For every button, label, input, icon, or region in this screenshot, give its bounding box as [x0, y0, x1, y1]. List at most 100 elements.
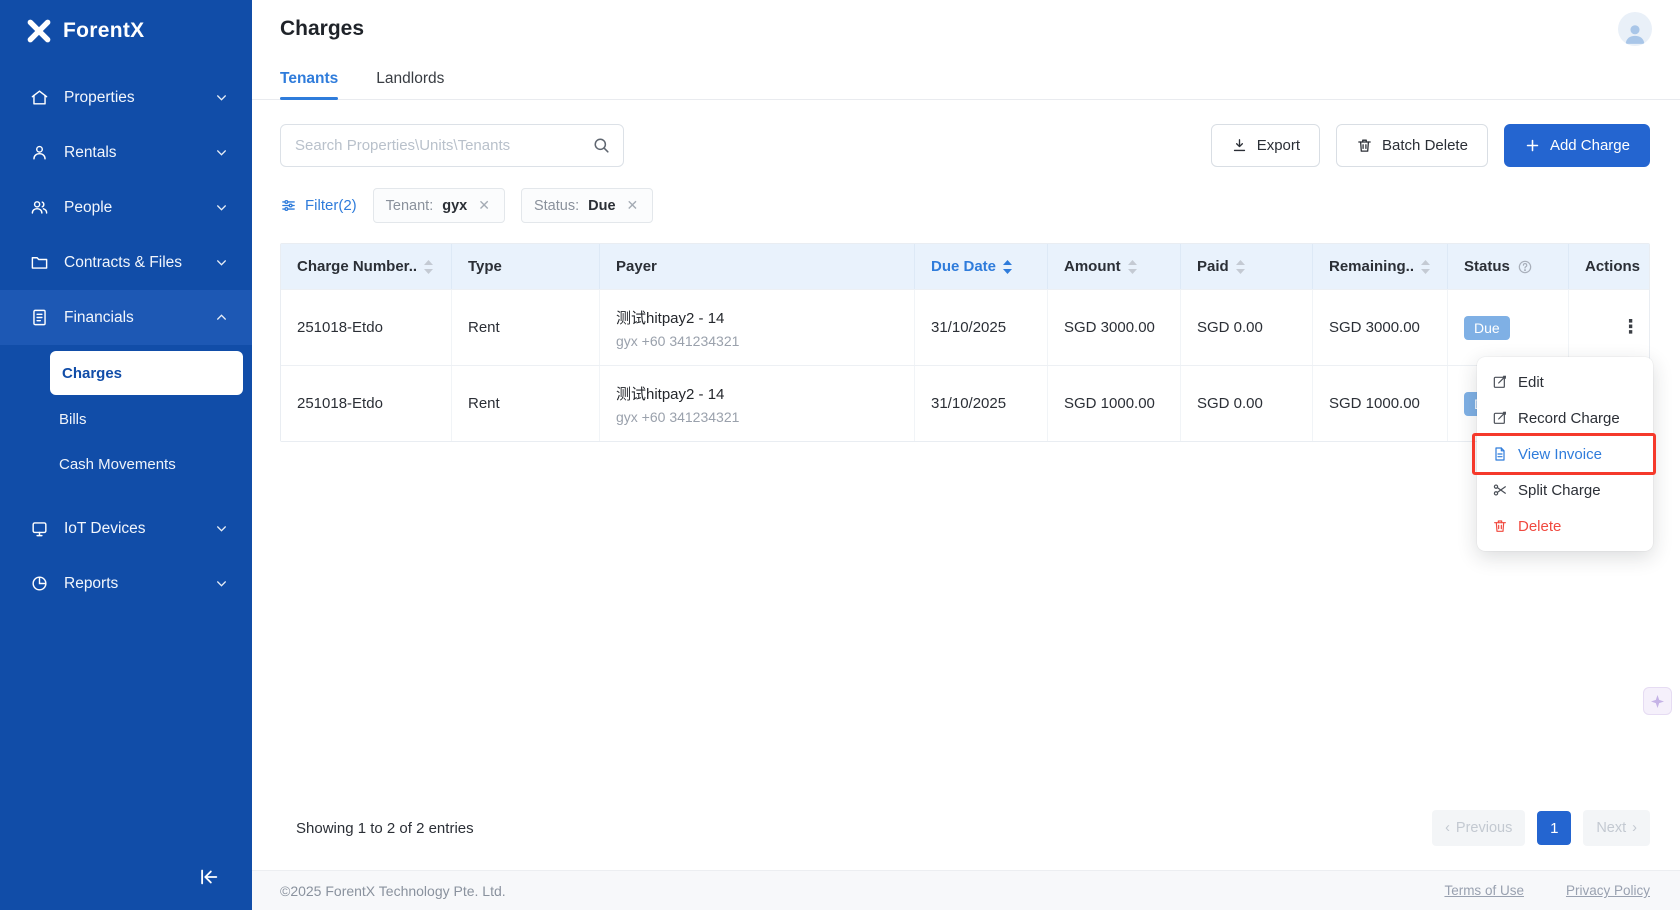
column-header-paid[interactable]: Paid [1181, 244, 1313, 289]
submenu-item-cash-movements[interactable]: Cash Movements [0, 442, 252, 487]
cell-status: Due [1448, 290, 1569, 365]
batch-delete-button[interactable]: Batch Delete [1336, 124, 1488, 167]
chevron-down-icon [217, 526, 226, 532]
row-actions-kebab-icon[interactable]: ⋮ [1613, 312, 1649, 343]
export-button[interactable]: Export [1210, 124, 1321, 167]
next-page-button[interactable]: Next › [1583, 810, 1650, 846]
column-label: Charge Number.. [297, 258, 418, 275]
user-avatar[interactable] [1618, 12, 1652, 46]
chevron-down-icon [217, 581, 226, 587]
sidebar-item-iot-devices[interactable]: IoT Devices [0, 501, 252, 556]
page-title: Charges [280, 17, 365, 40]
brand-logo[interactable]: ForentX [0, 0, 252, 62]
entries-summary: Showing 1 to 2 of 2 entries [296, 819, 474, 837]
footer-links: Terms of Use Privacy Policy [1444, 883, 1650, 898]
people-icon [31, 201, 48, 214]
toolbar: Export Batch Delete Add Charge [280, 124, 1650, 167]
pagination-row: Showing 1 to 2 of 2 entries ‹ Previous 1… [280, 806, 1650, 870]
batch-delete-label: Batch Delete [1382, 137, 1468, 154]
page-footer: ©2025 ForentX Technology Pte. Ltd. Terms… [252, 870, 1680, 910]
column-header-amount[interactable]: Amount [1048, 244, 1181, 289]
submenu-item-charges[interactable]: Charges [50, 351, 243, 395]
cell-type: Rent [452, 290, 600, 365]
cell-actions: ⋮ [1569, 290, 1649, 365]
sidebar-item-people[interactable]: People [0, 180, 252, 235]
column-label: Payer [616, 258, 657, 275]
collapse-arrow-icon [201, 869, 218, 885]
table-row: 251018-Etdo Rent 测试hitpay2 - 14 gyx +60 … [281, 365, 1649, 441]
menu-item-view-invoice[interactable]: View Invoice [1477, 436, 1653, 472]
toolbar-actions: Export Batch Delete Add Charge [1210, 124, 1650, 167]
sort-icon [1003, 259, 1013, 274]
cell-type: Rent [452, 366, 600, 441]
content-area: Export Batch Delete Add Charge Filter(2) [252, 100, 1680, 870]
sidebar-item-contracts-files[interactable]: Contracts & Files [0, 235, 252, 290]
sidebar-item-financials[interactable]: Financials [0, 290, 252, 345]
previous-page-button[interactable]: ‹ Previous [1432, 810, 1526, 846]
sidebar-item-properties[interactable]: Properties [0, 70, 252, 125]
submenu-item-bills[interactable]: Bills [0, 397, 252, 442]
tab-label: Tenants [280, 69, 339, 87]
search-box [280, 124, 624, 167]
user-icon [1625, 25, 1645, 44]
add-charge-button[interactable]: Add Charge [1503, 124, 1650, 167]
menu-item-edit[interactable]: Edit [1477, 364, 1653, 400]
column-label: Actions [1585, 258, 1641, 275]
page-number-button[interactable]: 1 [1537, 811, 1572, 845]
brand-name: ForentX [63, 19, 145, 42]
close-icon[interactable]: ✕ [625, 195, 641, 216]
column-header-due-date[interactable]: Due Date [915, 244, 1048, 289]
close-icon[interactable]: ✕ [476, 195, 492, 216]
menu-item-split-charge[interactable]: Split Charge [1477, 472, 1653, 508]
chevron-down-icon [217, 95, 226, 101]
filter-sliders-icon [282, 199, 295, 212]
column-header-actions: Actions [1569, 244, 1649, 289]
chevron-down-icon [217, 205, 226, 211]
floating-tool-button[interactable] [1643, 687, 1672, 715]
menu-item-delete[interactable]: Delete [1477, 508, 1653, 544]
column-label: Paid [1197, 258, 1229, 275]
tab-tenants[interactable]: Tenants [280, 58, 339, 100]
charges-table: Charge Number.. Type Payer Due Date Amou… [280, 243, 1650, 442]
help-circle-icon[interactable] [1517, 259, 1533, 275]
search-input[interactable] [280, 124, 624, 167]
cell-payer: 测试hitpay2 - 14 gyx +60 341234321 [600, 366, 915, 441]
tab-landlords[interactable]: Landlords [376, 58, 444, 99]
sort-icon [424, 259, 434, 274]
invoice-document-icon [1495, 447, 1505, 461]
folder-icon [31, 257, 48, 269]
sidebar: ForentX Properties Rentals People Contra… [0, 0, 252, 910]
menu-item-record-charge[interactable]: Record Charge [1477, 400, 1653, 436]
terms-of-use-link[interactable]: Terms of Use [1444, 883, 1524, 898]
invoice-icon [33, 309, 46, 326]
filter-toggle[interactable]: Filter(2) [280, 197, 357, 214]
table-row: 251018-Etdo Rent 测试hitpay2 - 14 gyx +60 … [281, 289, 1649, 365]
column-label: Amount [1064, 258, 1121, 275]
tab-bar: Tenants Landlords [252, 58, 1680, 100]
add-charge-label: Add Charge [1549, 137, 1630, 154]
chip-value: Due [588, 197, 616, 214]
sidebar-collapse-button[interactable] [196, 864, 222, 890]
cell-due-date: 31/10/2025 [915, 290, 1048, 365]
sidebar-item-label: IoT Devices [64, 519, 146, 537]
sidebar-item-rentals[interactable]: Rentals [0, 125, 252, 180]
column-label: Due Date [931, 258, 997, 275]
privacy-policy-link[interactable]: Privacy Policy [1566, 883, 1650, 898]
trash-icon [1494, 520, 1506, 532]
chevron-down-icon [217, 260, 226, 266]
sidebar-item-label: Rentals [64, 143, 117, 161]
payer-name: 测试hitpay2 - 14 [616, 309, 725, 327]
column-label: Status [1464, 258, 1510, 275]
next-label: Next [1596, 820, 1627, 836]
sidebar-item-reports[interactable]: Reports [0, 556, 252, 611]
scissors-icon [1493, 484, 1506, 496]
submenu-item-label: Cash Movements [59, 456, 176, 473]
column-header-remaining[interactable]: Remaining.. [1313, 244, 1448, 289]
row-actions-menu: Edit Record Charge View Invoice Split Ch… [1477, 357, 1653, 551]
column-header-charge-number[interactable]: Charge Number.. [281, 244, 452, 289]
brand-logo-icon [26, 18, 52, 44]
column-header-type: Type [452, 244, 600, 289]
sort-icon [1235, 259, 1245, 274]
cell-paid: SGD 0.00 [1181, 290, 1313, 365]
copyright-text: ©2025 ForentX Technology Pte. Ltd. [280, 882, 506, 899]
